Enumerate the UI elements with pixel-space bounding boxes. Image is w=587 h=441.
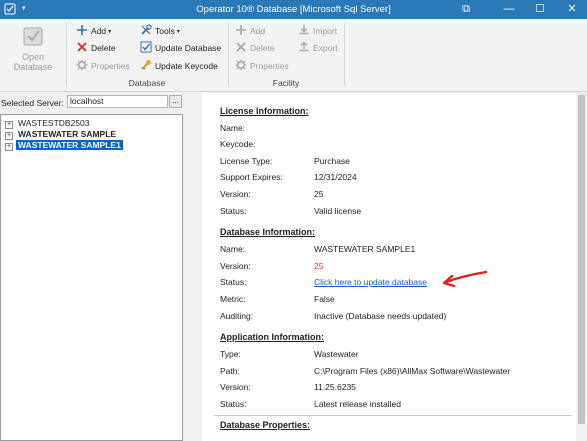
key-icon <box>141 60 151 70</box>
tree-item-selected[interactable]: + WASTEWATER SAMPLE1 <box>5 140 123 151</box>
auditing-value: Inactive (Database needs updated) <box>314 311 447 321</box>
open-database-icon <box>23 27 43 46</box>
checkbox-icon <box>140 41 152 53</box>
support-expires-label: Support Expires: <box>220 172 283 182</box>
license-version-value: 25 <box>314 189 324 199</box>
properties-section-title: Database Properties: <box>220 420 311 430</box>
application-type-value: Wastewater <box>314 349 359 359</box>
metric-label: Metric: <box>220 294 246 304</box>
restore-icon[interactable]: ⧉ <box>451 0 481 19</box>
maximize-button[interactable]: ☐ <box>525 0 555 19</box>
application-path-value: C:\Program Files (x86)\AllMax Software\W… <box>314 366 511 376</box>
delete-database-button[interactable]: Delete <box>76 41 116 56</box>
export-button[interactable]: Export <box>298 41 338 56</box>
gear-icon <box>235 59 247 71</box>
info-panel: License Information: Name: Keycode: Lice… <box>202 93 576 441</box>
expand-icon[interactable]: + <box>5 132 13 140</box>
update-keycode-button[interactable]: Update Keycode <box>140 59 218 74</box>
auditing-label: Auditing: <box>220 311 254 321</box>
import-icon <box>299 25 309 35</box>
add-icon <box>236 25 246 35</box>
database-properties-label: Properties <box>91 61 130 71</box>
delete-facility-label: Delete <box>250 43 275 53</box>
metric-value: False <box>314 294 335 304</box>
tree-item-label[interactable]: WASTESTDB2503 <box>16 118 92 128</box>
database-name-label: Name: <box>220 244 246 254</box>
delete-icon <box>236 42 246 52</box>
license-status-label: Status: <box>220 206 247 216</box>
vertical-scrollbar[interactable] <box>576 93 587 441</box>
tree-item[interactable]: + WASTEWATER SAMPLE <box>5 129 118 140</box>
application-path-label: Path: <box>220 366 240 376</box>
application-status-value: Latest release installed <box>314 399 401 409</box>
section-divider <box>214 415 572 416</box>
tree-item-label[interactable]: WASTEWATER SAMPLE <box>16 129 118 139</box>
annotation-arrow-icon <box>442 270 488 288</box>
license-version-label: Version: <box>220 189 251 199</box>
update-keycode-label: Update Keycode <box>155 61 218 71</box>
license-status-value: Valid license <box>314 206 362 216</box>
application-version-label: Version: <box>220 382 251 392</box>
export-icon <box>299 41 309 52</box>
import-label: Import <box>313 26 338 36</box>
panel-splitter[interactable] <box>185 92 202 441</box>
application-version-value: 11.25.6235 <box>314 382 356 392</box>
database-properties-button[interactable]: Properties <box>76 59 130 74</box>
application-status-label: Status: <box>220 399 247 409</box>
export-label: Export <box>313 43 338 53</box>
minimize-button[interactable]: — <box>494 0 524 19</box>
support-expires-value: 12/31/2024 <box>314 172 357 182</box>
delete-icon <box>77 42 87 52</box>
application-section-title: Application Information: <box>220 332 324 342</box>
license-type-label: License Type: <box>220 156 273 166</box>
license-type-value: Purchase <box>314 156 350 166</box>
open-database-label: Open Database <box>13 52 53 72</box>
add-icon <box>77 25 87 35</box>
scrollbar-thumb[interactable] <box>578 95 585 424</box>
license-name-label: Name: <box>220 123 246 133</box>
database-status-label: Status: <box>220 277 247 287</box>
application-type-label: Type: <box>220 349 241 359</box>
tree-item-label[interactable]: WASTEWATER SAMPLE1 <box>16 140 123 150</box>
tools-label: Tools <box>155 26 175 36</box>
delete-facility-button[interactable]: Delete <box>235 41 275 56</box>
browse-server-button[interactable]: ... <box>169 95 182 108</box>
database-name-value: WASTEWATER SAMPLE1 <box>314 244 416 254</box>
tools-icon <box>141 24 152 35</box>
tree-item[interactable]: + WASTESTDB2503 <box>5 118 92 129</box>
open-database-button[interactable]: Open Database <box>2 24 64 80</box>
add-database-button[interactable]: Add ▾ <box>76 24 111 39</box>
import-button[interactable]: Import <box>298 24 337 39</box>
database-version-label: Version: <box>220 261 251 271</box>
chevron-down-icon: ▾ <box>176 29 180 35</box>
expand-icon[interactable]: + <box>5 121 13 129</box>
server-panel: Selected Server: localhost ... + WASTESTD… <box>0 92 185 441</box>
database-group-label: Database <box>128 78 166 88</box>
facility-properties-button[interactable]: Properties <box>235 59 289 74</box>
gear-icon <box>76 59 88 71</box>
close-button[interactable]: ✕ <box>557 0 587 19</box>
facility-group-label: Facility <box>272 78 300 88</box>
database-version-value: 25 <box>314 261 324 271</box>
ribbon-separator <box>344 23 345 86</box>
database-section-title: Database Information: <box>220 227 316 237</box>
update-database-button[interactable]: Update Database <box>140 41 221 56</box>
delete-database-label: Delete <box>91 43 116 53</box>
selected-server-label: Selected Server: <box>1 98 64 108</box>
tools-button[interactable]: Tools ▾ <box>140 24 180 39</box>
update-database-link[interactable]: Click here to update database <box>314 277 427 287</box>
expand-icon[interactable]: + <box>5 143 13 151</box>
add-facility-button[interactable]: Add <box>235 24 265 39</box>
server-input[interactable]: localhost <box>67 95 168 108</box>
chevron-down-icon: ▾ <box>108 29 112 35</box>
add-database-label: Add <box>91 26 107 36</box>
update-database-label: Update Database <box>155 43 222 53</box>
database-tree[interactable]: + WASTESTDB2503 + WASTEWATER SAMPLE + WASTE… <box>0 114 183 441</box>
license-section-title: License Information: <box>220 106 309 116</box>
ribbon: Open Database Add ▾ Delete Properties Too… <box>0 19 587 92</box>
title-bar: ▾ Operator 10® Database [Microsoft Sql S… <box>0 0 587 19</box>
facility-properties-label: Properties <box>250 61 289 71</box>
license-keycode-label: Keycode: <box>220 139 256 149</box>
add-facility-label: Add <box>250 26 266 36</box>
